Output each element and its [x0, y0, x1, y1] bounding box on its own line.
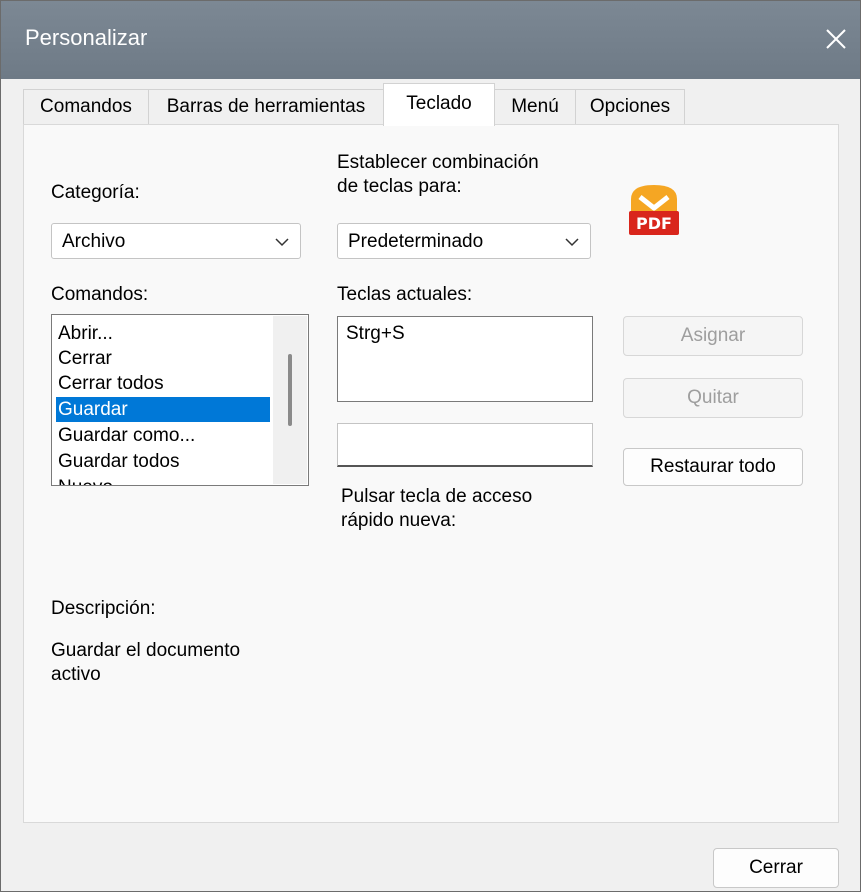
tab-comandos[interactable]: Comandos — [23, 89, 149, 124]
scrollbar-thumb[interactable] — [288, 354, 292, 426]
commands-label: Comandos: — [51, 284, 149, 305]
list-item[interactable]: Nuevo — [56, 475, 270, 485]
tab-label: Barras de herramientas — [166, 96, 366, 117]
title-bar: Personalizar — [1, 1, 860, 79]
tab-opciones[interactable]: Opciones — [575, 89, 685, 124]
close-icon[interactable] — [818, 21, 854, 57]
tab-label: Menú — [511, 96, 559, 117]
current-keys-list[interactable]: Strg+S — [337, 316, 593, 402]
category-value: Archivo — [62, 231, 126, 252]
tab-label: Opciones — [589, 96, 671, 117]
svg-text:PDF: PDF — [636, 214, 672, 233]
pdf-file-icon: PDF — [629, 185, 679, 235]
commands-scrollbar[interactable] — [273, 316, 307, 484]
set-keys-select[interactable]: Predeterminado — [337, 223, 591, 259]
list-item-selected[interactable]: Guardar — [56, 397, 270, 422]
close-button[interactable]: Cerrar — [713, 848, 839, 888]
tab-label: Teclado — [406, 93, 472, 114]
description-text-line2: activo — [51, 664, 101, 685]
assign-button[interactable]: Asignar — [623, 316, 803, 356]
set-keys-label-line2: de teclas para: — [337, 176, 462, 197]
chevron-down-icon — [275, 238, 289, 247]
new-shortcut-label-line2: rápido nueva: — [341, 510, 457, 531]
list-item[interactable]: Cerrar — [56, 346, 270, 371]
remove-button[interactable]: Quitar — [623, 378, 803, 418]
new-shortcut-label-line1: Pulsar tecla de acceso — [341, 486, 533, 507]
current-keys-label: Teclas actuales: — [337, 284, 473, 305]
list-item[interactable]: Abrir... — [56, 321, 270, 346]
list-item[interactable]: Guardar todos — [56, 449, 270, 474]
tab-barras-de-herramientas[interactable]: Barras de herramientas — [148, 89, 384, 124]
tab-label: Comandos — [40, 96, 132, 117]
set-keys-value: Predeterminado — [348, 231, 484, 252]
current-key-item[interactable]: Strg+S — [346, 323, 405, 344]
customize-dialog: Personalizar Comandos Barras de herramie… — [0, 0, 861, 892]
commands-list[interactable]: Abrir... Cerrar Cerrar todos Guardar Gua… — [51, 314, 309, 486]
description-text-line1: Guardar el documento — [51, 640, 241, 661]
window-title: Personalizar — [25, 25, 148, 50]
tab-teclado[interactable]: Teclado — [383, 83, 495, 126]
description-label: Descripción: — [51, 598, 156, 619]
chevron-down-icon — [565, 238, 579, 247]
list-item[interactable]: Guardar como... — [56, 423, 270, 448]
category-label: Categoría: — [51, 182, 140, 203]
tab-menu[interactable]: Menú — [494, 89, 576, 124]
set-keys-label-line1: Establecer combinación — [337, 152, 539, 173]
new-shortcut-input[interactable] — [337, 423, 593, 467]
list-item[interactable]: Cerrar todos — [56, 371, 270, 396]
category-select[interactable]: Archivo — [51, 223, 301, 259]
reset-all-button[interactable]: Restaurar todo — [623, 448, 803, 486]
